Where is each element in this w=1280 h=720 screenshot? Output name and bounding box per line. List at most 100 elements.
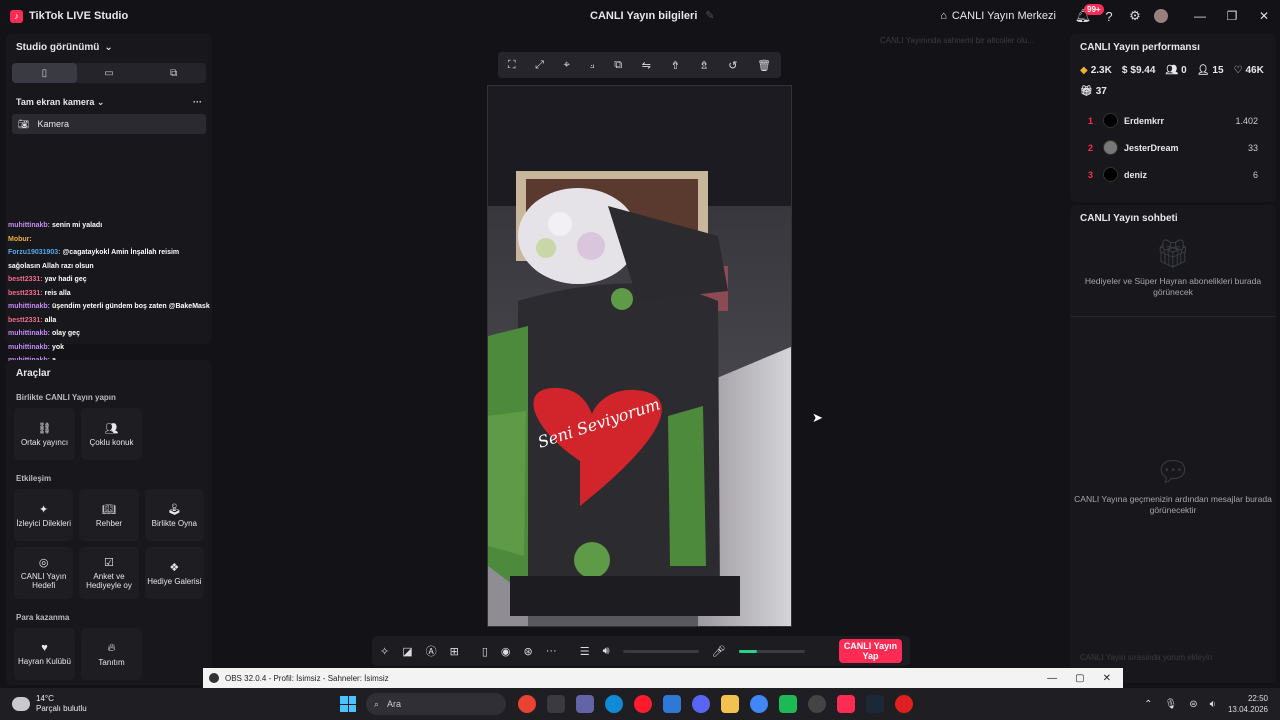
viewer-wishes-tile[interactable]: ✦ İzleyici Dilekleri (14, 489, 74, 541)
settings-sliders-icon[interactable]: ☰ (580, 645, 590, 658)
chat-overlay: muhittinakb: senin mi yaladı Mobur: Forzu… (8, 219, 218, 381)
fan-club-tile[interactable]: ♥ Hayran Kulübü (14, 628, 75, 680)
volume-icon[interactable]: 🔊︎ (603, 645, 610, 658)
camera-toggle-icon[interactable]: ⊛ (524, 645, 533, 658)
poll-tile[interactable]: ☑ Anket ve Hediyeyle oy (79, 547, 139, 599)
opera-icon[interactable] (634, 695, 652, 713)
overlay-chat-line: muhittinakb: yok (8, 341, 218, 355)
chat-message: yav hadi geç (44, 276, 87, 283)
clock[interactable]: 22:50 13.04.2026 (1228, 693, 1268, 715)
record-icon[interactable]: ◉ (501, 645, 511, 658)
expand-icon[interactable]: ⤢ (535, 59, 544, 72)
filter-icon[interactable]: ◪ (402, 645, 412, 658)
rotate-icon[interactable]: ↺ (728, 59, 737, 72)
chrome-icon[interactable] (518, 695, 536, 713)
play-together-tile[interactable]: 🕹︎ Birlikte Oyna (144, 489, 204, 541)
overlay-chat-line: bestt2331: yav hadi geç (8, 273, 218, 287)
app-brand: ♪ TikTok LIVE Studio (0, 9, 128, 23)
steam-icon[interactable] (866, 695, 884, 713)
stat-item: 👤︎ 15 (1197, 65, 1224, 76)
close-button[interactable]: ✕ (1248, 0, 1280, 32)
edge-icon[interactable] (605, 695, 623, 713)
add-source-icon[interactable]: ⊞ (450, 645, 459, 658)
store-icon[interactable] (547, 695, 565, 713)
network-icon[interactable]: ⊜ (1189, 699, 1197, 710)
source-camera[interactable]: 📷︎ Kamera (12, 114, 206, 134)
weather-widget[interactable]: 14°C Parçalı bulutlu (0, 694, 340, 714)
obs-minimize-button[interactable]: — (1047, 673, 1057, 684)
avatar (1103, 113, 1118, 128)
chrome-alt-icon[interactable] (750, 695, 768, 713)
mail-icon[interactable] (663, 695, 681, 713)
mic-icon[interactable]: 🎤︎ (712, 645, 726, 658)
mouse-cursor: ➤ (812, 410, 823, 425)
crop-icon[interactable]: ⟓ (589, 59, 594, 72)
app-window: ♪ TikTok LIVE Studio CANLI Yayın bilgile… (0, 0, 1280, 688)
live-center-button[interactable]: ⌂ CANLI Yayın Merkezi (940, 10, 1056, 22)
more-options-button[interactable]: ··· (193, 97, 202, 108)
help-button[interactable]: ? (1096, 3, 1122, 29)
studio-view-dropdown[interactable]: Studio görünümü ⌄ (12, 40, 206, 55)
multi-guest-tile[interactable]: 👥︎ Çoklu konuk (81, 408, 142, 460)
chat-username: Forzu19031903: (8, 249, 61, 256)
layer-down-icon[interactable]: ⇯ (699, 59, 708, 72)
phone-portrait-icon: ▯ (41, 67, 48, 79)
fit-icon[interactable]: ⛶ (508, 59, 516, 72)
speaker-icon[interactable]: 🔉︎ (1210, 699, 1216, 710)
app-green-icon[interactable] (779, 695, 797, 713)
camera-preview[interactable]: Seni Seviyorum (487, 85, 792, 627)
guide-tile[interactable]: 📖︎ Rehber (79, 489, 139, 541)
landscape-view-button[interactable]: ▭ (77, 63, 142, 83)
stat-item: ◆ 2.3K (1080, 65, 1112, 76)
tools-row-interaction-2: ◎ CANLI Yayın Hedefi ☑ Anket ve Hediyeyle … (10, 547, 208, 599)
chat-input[interactable]: CANLI Yayın sırasında yorum ekleyin (1080, 653, 1212, 662)
effects-icon[interactable]: ✧ (380, 645, 389, 658)
gifter-ranking: 1 Erdemkrr 1.402 2 JesterDream 33 3 deniz 6 (1080, 107, 1266, 188)
chat-username: bestt2331: (8, 276, 43, 283)
teams-icon[interactable] (576, 695, 594, 713)
settings-button[interactable]: ⚙ (1122, 3, 1148, 29)
copy-icon[interactable]: ⧉ (614, 59, 622, 72)
notification-button[interactable]: 🔔︎ 99+ (1070, 3, 1104, 29)
live-info-title[interactable]: CANLI Yayın bilgileri ✎ (590, 9, 715, 23)
scene-dropdown[interactable]: Tam ekran kamera ⌄ (16, 97, 104, 108)
more-icon[interactable]: ··· (546, 645, 557, 657)
center-icon[interactable]: ⌖ (564, 59, 570, 72)
youtube-icon[interactable] (895, 695, 913, 713)
tiktok-taskbar-icon[interactable] (837, 695, 855, 713)
portrait-view-button[interactable]: ▯ (12, 63, 77, 83)
dual-view-button[interactable]: ⧉ (141, 63, 206, 83)
ranking-row[interactable]: 1 Erdemkrr 1.402 (1080, 107, 1266, 134)
live-performance-panel: CANLI Yayın performansı ◆ 2.3K $ $9.44 👥︎ 0 👤︎… (1070, 34, 1276, 202)
obs-close-button[interactable]: ✕ (1103, 673, 1111, 684)
ranking-row[interactable]: 2 JesterDream 33 (1080, 134, 1266, 161)
go-live-button[interactable]: CANLI Yayın Yap (839, 639, 902, 663)
trash-icon[interactable]: 🗑︎ (757, 59, 771, 72)
rank-value: 33 (1247, 142, 1258, 153)
tray-expand-icon[interactable]: ⌃ (1144, 699, 1152, 710)
avatar (1154, 9, 1168, 23)
discord-icon[interactable] (692, 695, 710, 713)
minimize-button[interactable]: — (1184, 0, 1216, 32)
live-goal-tile[interactable]: ◎ CANLI Yayın Hedefi (14, 547, 74, 599)
layer-up-icon[interactable]: ⇮ (671, 59, 680, 72)
volume-slider[interactable] (622, 649, 699, 653)
ai-icon[interactable]: Ⓐ (426, 643, 437, 659)
obs-taskbar-icon[interactable] (808, 695, 826, 713)
flip-icon[interactable]: ⇋ (642, 59, 651, 72)
maximize-button[interactable]: ❐ (1216, 0, 1248, 32)
gift-gallery-tile[interactable]: ❖ Hediye Galerisi (144, 547, 204, 599)
mic-tray-icon[interactable]: 🎙︎ (1165, 699, 1178, 710)
obs-maximize-button[interactable]: ▢ (1075, 673, 1084, 684)
start-button[interactable] (340, 696, 356, 712)
obs-window-titlebar[interactable]: OBS 32.0.4 - Profil: İsimsiz - Sahneler:… (203, 668, 1123, 688)
mic-level-slider[interactable] (738, 649, 805, 653)
promote-tile[interactable]: 🔥︎ Tanıtım (81, 628, 142, 680)
folder-icon[interactable] (721, 695, 739, 713)
phone-icon[interactable]: ▯ (482, 645, 488, 658)
cohost-tile[interactable]: ⛓ Ortak yayıncı (14, 408, 75, 460)
ranking-row[interactable]: 3 deniz 6 (1080, 161, 1266, 188)
live-chat-panel: CANLI Yayın sohbeti 🎁︎ Hediyeler ve Süpe… (1070, 205, 1276, 683)
avatar-button[interactable] (1148, 3, 1174, 29)
taskbar-search[interactable]: ⌕ Ara (366, 693, 506, 715)
